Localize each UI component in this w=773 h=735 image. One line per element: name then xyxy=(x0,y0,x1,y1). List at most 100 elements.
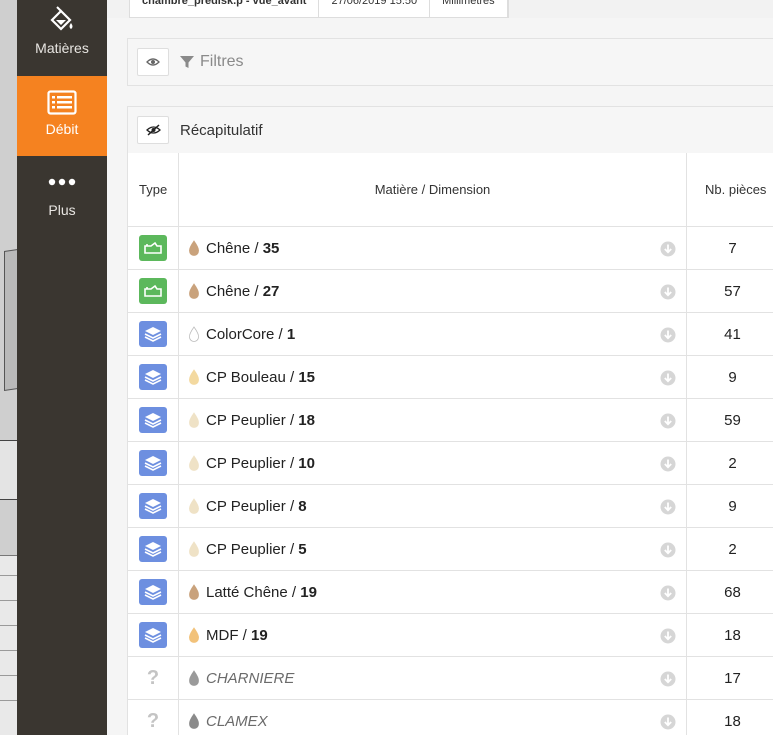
type-cell xyxy=(128,528,179,570)
sidebar-item-debit[interactable]: Débit xyxy=(17,76,107,156)
filters-bar: Filtres xyxy=(127,38,773,86)
material-name: CP Peuplier xyxy=(206,454,286,472)
table-row[interactable]: CP Bouleau / 15 9 xyxy=(128,356,773,399)
document-tab[interactable]: chambre_predisk.p - vue_avant 27/06/2019… xyxy=(129,0,509,18)
type-cell xyxy=(128,313,179,355)
document-date: 27/06/2019 15:50 xyxy=(319,0,431,17)
table-row[interactable]: CP Peuplier / 5 2 xyxy=(128,528,773,571)
sidebar-item-label: Matières xyxy=(35,40,89,56)
count-cell: 18 xyxy=(687,700,773,735)
chevron-down-circle-icon[interactable] xyxy=(660,327,676,343)
material-label: CP Peuplier / 5 xyxy=(206,540,307,558)
material-dimension: 10 xyxy=(298,454,315,472)
type-cell: ? xyxy=(128,700,179,735)
table-row[interactable]: Chêne / 27 57 xyxy=(128,270,773,313)
count-cell: 2 xyxy=(687,528,773,570)
type-cell xyxy=(128,485,179,527)
count-cell: 18 xyxy=(687,614,773,656)
material-name: Chêne xyxy=(206,282,251,300)
panel-layers-type-icon xyxy=(139,536,167,562)
column-header-type[interactable]: Type xyxy=(128,153,179,226)
column-header-material[interactable]: Matière / Dimension xyxy=(179,153,687,226)
material-name: MDF xyxy=(206,626,239,644)
material-cell: CP Peuplier / 8 xyxy=(179,485,687,527)
chevron-down-circle-icon[interactable] xyxy=(660,370,676,386)
piece-count: 9 xyxy=(728,368,737,386)
table-header: Type Matière / Dimension Nb. pièces xyxy=(128,153,773,227)
material-cell: CP Bouleau / 15 xyxy=(179,356,687,398)
material-color-drop-icon xyxy=(189,412,199,428)
material-color-drop-icon xyxy=(189,326,199,342)
type-cell xyxy=(128,270,179,312)
solid-wood-type-icon xyxy=(139,278,167,304)
toggle-visibility-button[interactable] xyxy=(137,48,169,76)
recap-table: Type Matière / Dimension Nb. pièces Chên… xyxy=(127,153,773,735)
type-cell xyxy=(128,356,179,398)
material-name: CLAMEX xyxy=(206,712,268,730)
table-row[interactable]: Chêne / 35 7 xyxy=(128,227,773,270)
chevron-down-circle-icon[interactable] xyxy=(660,413,676,429)
material-label: ColorCore / 1 xyxy=(206,325,296,343)
material-dimension: 19 xyxy=(300,583,317,601)
more-dots-icon xyxy=(48,178,76,186)
chevron-down-circle-icon[interactable] xyxy=(660,241,676,257)
material-dimension: 15 xyxy=(298,368,315,386)
material-label: Latté Chêne / 19 xyxy=(206,583,317,601)
list-icon xyxy=(47,90,77,115)
count-cell: 2 xyxy=(687,442,773,484)
eye-icon xyxy=(146,58,160,66)
chevron-down-circle-icon[interactable] xyxy=(660,585,676,601)
material-dimension: 19 xyxy=(251,626,268,644)
material-dimension: 18 xyxy=(298,411,315,429)
column-header-count[interactable]: Nb. pièces xyxy=(687,153,773,226)
chevron-down-circle-icon[interactable] xyxy=(660,499,676,515)
table-row[interactable]: ColorCore / 1 41 xyxy=(128,313,773,356)
material-cell: Latté Chêne / 19 xyxy=(179,571,687,613)
toggle-recap-visibility-button[interactable] xyxy=(137,116,169,144)
filters-label: Filtres xyxy=(200,53,244,70)
material-label: CHARNIERE xyxy=(206,670,294,687)
table-row[interactable]: ? CHARNIERE 17 xyxy=(128,657,773,700)
material-color-drop-icon xyxy=(189,627,199,643)
material-name: CHARNIERE xyxy=(206,669,295,687)
piece-count: 68 xyxy=(724,583,741,601)
filters-toggle[interactable]: Filtres xyxy=(180,53,244,71)
chevron-down-circle-icon[interactable] xyxy=(660,671,676,687)
sidebar-item-label: Plus xyxy=(48,202,76,218)
table-row[interactable]: ? CLAMEX 18 xyxy=(128,700,773,735)
chevron-down-circle-icon[interactable] xyxy=(660,456,676,472)
material-name: CP Bouleau xyxy=(206,368,286,386)
material-label: MDF / 19 xyxy=(206,626,268,644)
material-color-drop-icon xyxy=(189,541,199,557)
material-name: CP Peuplier xyxy=(206,411,286,429)
table-row[interactable]: CP Peuplier / 10 2 xyxy=(128,442,773,485)
piece-count: 18 xyxy=(724,712,741,730)
chevron-down-circle-icon[interactable] xyxy=(660,714,676,730)
piece-count: 9 xyxy=(728,497,737,515)
chevron-down-circle-icon[interactable] xyxy=(660,284,676,300)
type-cell: ? xyxy=(128,657,179,699)
table-row[interactable]: CP Peuplier / 18 59 xyxy=(128,399,773,442)
table-row[interactable]: MDF / 19 18 xyxy=(128,614,773,657)
solid-wood-type-icon xyxy=(139,235,167,261)
piece-count: 41 xyxy=(724,325,741,343)
material-name: Latté Chêne xyxy=(206,583,288,601)
material-dimension: 35 xyxy=(262,239,280,257)
material-color-drop-icon xyxy=(189,283,199,299)
unknown-type-icon: ? xyxy=(146,666,160,689)
count-cell: 7 xyxy=(687,227,773,269)
table-row[interactable]: Latté Chêne / 19 68 xyxy=(128,571,773,614)
table-row[interactable]: CP Peuplier / 8 9 xyxy=(128,485,773,528)
recap-header: Récapitulatif xyxy=(127,106,773,154)
sidebar-item-label: Débit xyxy=(45,121,79,137)
sidebar-item-matieres[interactable]: Matières xyxy=(17,0,107,78)
material-color-drop-icon xyxy=(189,584,199,600)
count-cell: 59 xyxy=(687,399,773,441)
material-dimension: 5 xyxy=(298,540,307,558)
chevron-down-circle-icon[interactable] xyxy=(660,628,676,644)
material-cell: CP Peuplier / 5 xyxy=(179,528,687,570)
chevron-down-circle-icon[interactable] xyxy=(660,542,676,558)
material-label: Chêne / 27 xyxy=(206,282,280,300)
sidebar-item-plus[interactable]: Plus xyxy=(17,160,107,240)
piece-count: 17 xyxy=(724,669,741,687)
